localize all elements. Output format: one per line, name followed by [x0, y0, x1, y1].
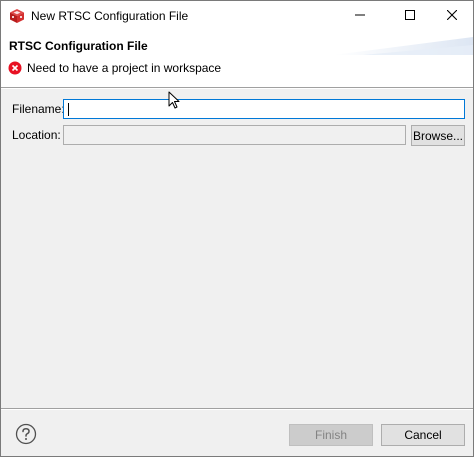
wizard-banner: RTSC Configuration File Need to have a p… — [1, 31, 473, 87]
maximize-icon — [405, 9, 415, 23]
footer-divider-highlight — [1, 409, 473, 410]
location-label: Location: — [12, 128, 61, 142]
mouse-pointer-icon — [168, 91, 180, 110]
title-bar[interactable]: New RTSC Configuration File — [1, 1, 473, 31]
error-icon — [8, 61, 22, 75]
filename-input[interactable] — [63, 99, 465, 119]
close-icon — [446, 9, 458, 23]
close-button[interactable] — [429, 1, 474, 31]
dialog-window: New RTSC Configuration File RTSC Configu… — [0, 0, 474, 457]
cube-app-icon — [9, 8, 25, 24]
finish-button[interactable]: Finish — [289, 424, 373, 446]
location-input[interactable] — [63, 125, 406, 145]
help-icon[interactable] — [15, 423, 37, 445]
minimize-icon — [355, 9, 365, 23]
banner-decoration — [333, 37, 473, 55]
window-title: New RTSC Configuration File — [31, 9, 189, 23]
text-caret — [68, 103, 69, 116]
filename-label: Filename: — [12, 102, 65, 116]
banner-divider-highlight — [1, 88, 473, 89]
cancel-button[interactable]: Cancel — [381, 424, 465, 446]
error-message: Need to have a project in workspace — [27, 61, 222, 75]
banner-title: RTSC Configuration File — [9, 39, 148, 53]
browse-button[interactable]: Browse... — [411, 125, 465, 146]
minimize-button[interactable] — [337, 1, 383, 31]
maximize-button[interactable] — [387, 1, 433, 31]
